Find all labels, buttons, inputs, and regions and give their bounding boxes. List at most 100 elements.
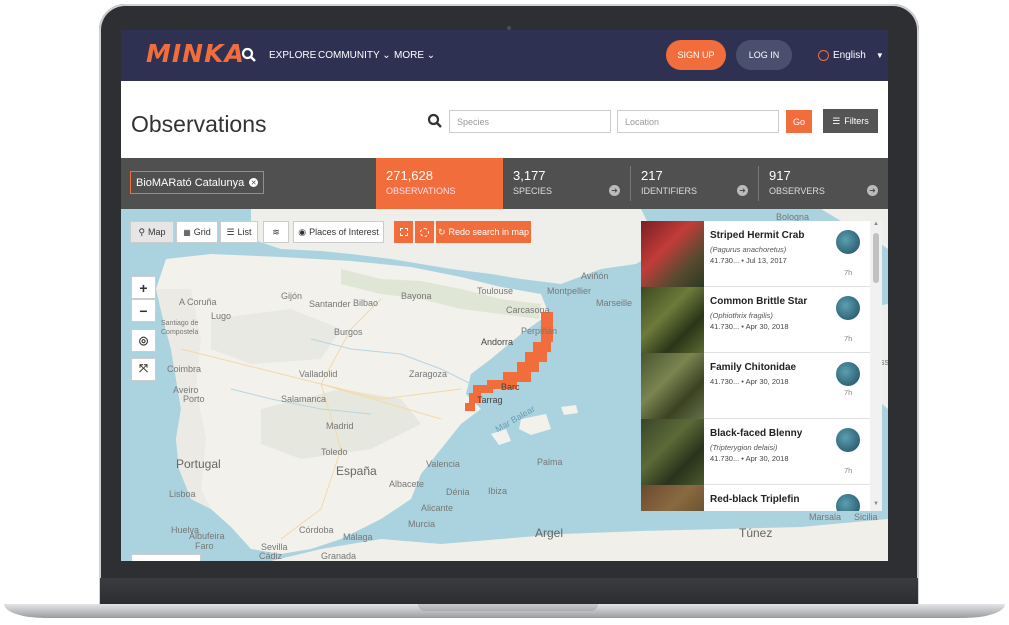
avatar[interactable] — [836, 296, 860, 320]
map-label-sicilia: Sicilia — [854, 512, 878, 522]
grid-view-button[interactable]: ▦ Grid — [176, 221, 218, 243]
places-of-interest-button[interactable]: ◉ Places of Interest — [293, 221, 384, 243]
top-navbar: MINKA EXPLORE COMMUNITY ⌄ MORE ⌄ SIGN UP… — [121, 30, 888, 81]
project-name: BioMARató Catalunya — [136, 176, 245, 189]
nav-community[interactable]: COMMUNITY ⌄ — [318, 50, 391, 61]
zoom-in-button[interactable]: + — [131, 276, 156, 299]
map-label-toulouse: Toulouse — [477, 286, 514, 296]
layers-button[interactable]: ≋ — [263, 221, 289, 243]
list-item[interactable]: Family Chitonidae 41.730... • Apr 30, 20… — [641, 353, 870, 419]
map-label-marseille: Marseille — [596, 298, 633, 308]
signup-button[interactable]: SIGN UP — [666, 40, 726, 70]
map-view-button[interactable]: ⚲ Map — [130, 221, 174, 243]
nav-more-label: MORE — [394, 50, 424, 61]
scroll-down-icon[interactable]: ▼ — [873, 501, 879, 507]
observation-meta: 41.730... • Jul 13, 2017 — [710, 256, 787, 265]
observation-name[interactable]: Black-faced Blenny — [710, 428, 802, 439]
location-input[interactable]: Location — [617, 110, 779, 133]
observation-name[interactable]: Family Chitonidae — [710, 362, 796, 373]
observation-meta: 41.730... • Apr 30, 2018 — [710, 454, 789, 463]
avatar[interactable] — [836, 428, 860, 452]
nav-explore[interactable]: EXPLORE — [269, 50, 316, 61]
avatar[interactable] — [836, 362, 860, 386]
scrollbar-thumb[interactable] — [873, 233, 879, 283]
remove-icon[interactable]: ✕ — [249, 178, 259, 187]
observation-map[interactable]: Portugal España Madrid Andorra Toulouse … — [121, 209, 888, 561]
observation-photo[interactable] — [641, 287, 704, 353]
laptop-notch — [418, 604, 598, 611]
scrollbar[interactable]: ▲ ▼ — [870, 221, 882, 511]
list-view-button[interactable]: ☰ List — [220, 221, 258, 243]
observation-photo[interactable] — [641, 419, 704, 485]
map-label-a-coruna: A Coruña — [179, 297, 217, 307]
go-button[interactable]: Go — [786, 110, 812, 133]
observation-name[interactable]: Red-black Triplefin — [710, 494, 799, 505]
project-filter-chip[interactable]: BioMARató Catalunya ✕ — [130, 171, 265, 194]
observation-photo[interactable] — [641, 353, 704, 419]
nav-more[interactable]: MORE ⌄ — [394, 50, 435, 61]
rectangle-icon — [399, 228, 408, 236]
grid-view-label: Grid — [193, 227, 211, 237]
search-icon[interactable] — [241, 47, 257, 63]
language-selector[interactable]: English ▼ — [818, 50, 884, 61]
map-label-malaga: Málaga — [343, 532, 373, 542]
observation-list[interactable]: Striped Hermit Crab (Pagurus anachoretus… — [641, 221, 882, 511]
login-button[interactable]: LOG IN — [736, 40, 792, 70]
observation-sci-name: (Ophiothrix fragilis) — [710, 311, 773, 320]
circle-icon — [420, 227, 429, 237]
map-label-aveiro: Aveiro — [173, 385, 199, 395]
map-marker-icon: ⚲ — [138, 226, 146, 237]
map-label-coimbra: Coimbra — [167, 364, 202, 374]
zoom-out-button[interactable]: − — [131, 299, 156, 322]
grid-icon: ▦ — [183, 227, 191, 237]
fullscreen-button[interactable]: ⤧ — [131, 358, 156, 381]
observation-name[interactable]: Common Brittle Star — [710, 296, 807, 307]
scroll-up-icon[interactable]: ▲ — [873, 221, 879, 227]
list-item[interactable]: Red-black Triplefin — [641, 485, 870, 511]
stat-observers[interactable]: 917 OBSERVERS ➜ — [759, 158, 888, 209]
filters-label: Filters — [844, 116, 869, 126]
stat-species[interactable]: 3,177 SPECIES ➜ — [503, 158, 630, 209]
map-label-marsala: Marsala — [809, 512, 842, 522]
observation-name[interactable]: Striped Hermit Crab — [710, 230, 804, 241]
redo-search-button[interactable]: ↻ Redo search in map — [436, 221, 531, 243]
map-label-palma: Palma — [537, 457, 563, 467]
map-label-santander: Santander — [309, 299, 351, 309]
search-icon — [427, 113, 442, 128]
map-label-tarragona: Tarrag — [477, 395, 503, 405]
minka-logo[interactable]: MINKA — [146, 39, 245, 68]
map-label-lisboa: Lisboa — [169, 489, 196, 499]
map-label-montpellier: Montpellier — [547, 286, 592, 296]
observation-time: 7h — [844, 466, 853, 475]
map-label-espana: España — [336, 464, 377, 478]
filters-button[interactable]: ☰ Filters — [823, 109, 878, 133]
map-label-granada: Granada — [321, 551, 357, 561]
map-label-tunez: Túnez — [739, 526, 773, 540]
list-item[interactable]: Common Brittle Star (Ophiothrix fragilis… — [641, 287, 870, 353]
observation-photo[interactable] — [641, 221, 704, 287]
avatar[interactable] — [836, 494, 860, 511]
draw-rectangle-button[interactable] — [394, 221, 413, 243]
list-item[interactable]: Black-faced Blenny (Tripterygion delaisi… — [641, 419, 870, 485]
map-label-argel: Argel — [535, 526, 564, 540]
places-label: Places of Interest — [309, 227, 379, 237]
map-label-porto: Porto — [183, 394, 205, 404]
map-label-carcasona: Carcasona — [506, 305, 550, 315]
language-label: English — [833, 50, 866, 61]
arrow-right-icon: ➜ — [609, 185, 620, 196]
avatar[interactable] — [836, 230, 860, 254]
draw-circle-button[interactable] — [415, 221, 434, 243]
stat-number: 917 — [769, 168, 791, 183]
locate-button[interactable]: ◎ — [131, 329, 156, 352]
map-label-gijon: Gijón — [281, 291, 303, 301]
map-label-albacete: Albacete — [389, 479, 425, 489]
list-item[interactable]: Striped Hermit Crab (Pagurus anachoretus… — [641, 221, 870, 287]
map-label-murcia: Murcia — [408, 519, 436, 529]
stat-identifiers[interactable]: 217 IDENTIFIERS ➜ — [631, 158, 758, 209]
expand-icon: ⤧ — [139, 363, 148, 375]
stat-observations[interactable]: 271,628 OBSERVATIONS — [376, 158, 503, 209]
species-input[interactable]: Species — [449, 110, 611, 133]
map-label-santiago: Santiago de Compostela — [161, 320, 199, 336]
observation-photo[interactable] — [641, 485, 704, 511]
stat-label: SPECIES — [513, 186, 553, 196]
